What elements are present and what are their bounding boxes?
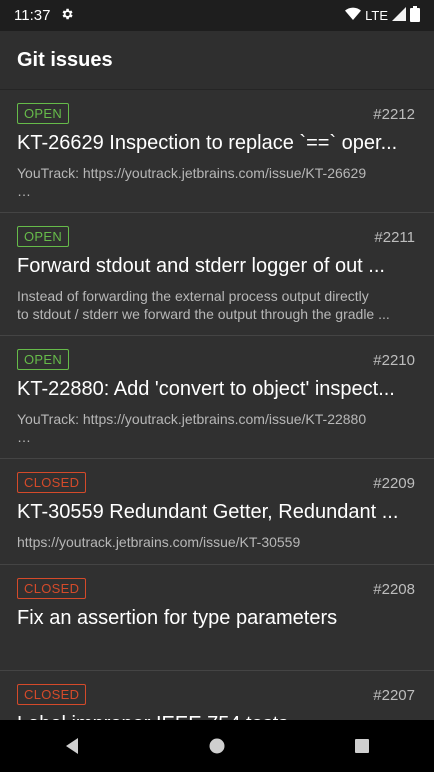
issue-title: Fix an assertion for type parameters [17,607,338,629]
issue-status-badge: OPEN [17,103,70,124]
issue-row[interactable]: CLOSED #2208 Fix an assertion for type par… [0,565,434,671]
battery-icon [410,5,420,26]
issue-title: KT-30559 Redundant Getter, Redundant ... [17,501,399,523]
back-icon [66,738,79,754]
issue-row[interactable]: OPEN #2212 KT-26629 Inspection to replace … [0,90,434,213]
issue-title: KT-26629 Inspection to replace `==` oper… [17,132,398,154]
issue-description: YouTrack: https://youtrack.jetbrains.com… [17,410,414,446]
issue-title: Label improper IEEE 754 tests [17,713,414,720]
issue-description-line: https://youtrack.jetbrains.com/issue/KT-… [17,534,301,550]
issue-row[interactable]: OPEN #2211 Forward stdout and stderr logge… [0,213,434,336]
issue-description-line: … [17,183,31,199]
home-icon [209,738,225,754]
back-button[interactable] [42,726,102,766]
issue-description-line: Instead of forwarding the external proce… [17,288,369,304]
issue-description-line: … [17,429,31,445]
recents-button[interactable] [332,726,392,766]
issue-row[interactable]: CLOSED #2207 Label improper IEEE 754 tests [0,671,434,720]
app-bar: Git issues [0,31,434,89]
recents-icon [354,739,369,753]
settings-icon [60,7,74,25]
issue-status-badge: OPEN [17,349,70,370]
issue-description-line: YouTrack: https://youtrack.jetbrains.com… [17,165,367,181]
issue-row[interactable]: CLOSED #2209 KT-30559 Redundant Getter, Re… [0,459,434,565]
status-time: 11:37 [14,7,51,24]
issue-number: #2210 [373,352,415,369]
issues-list[interactable]: OPEN #2212 KT-26629 Inspection to replace … [0,90,434,720]
wifi-icon [345,7,362,25]
issue-number: #2209 [373,475,415,492]
issue-status-badge: CLOSED [17,472,87,493]
issue-description-line: YouTrack: https://youtrack.jetbrains.com… [17,411,367,427]
issue-status-badge: OPEN [17,226,70,247]
issue-status-badge: CLOSED [17,578,87,599]
issue-status-badge: CLOSED [17,684,87,705]
issue-number: #2211 [374,229,415,246]
signal-icon [392,6,406,25]
issue-number: #2207 [373,687,415,704]
page-title: Git issues [17,48,113,71]
issue-description-line: to stdout / stderr we forward the output… [17,306,390,322]
issue-title: KT-22880: Add 'convert to object' inspec… [17,378,395,400]
status-bar: 11:37 LTE [0,0,434,31]
issue-description: YouTrack: https://youtrack.jetbrains.com… [17,164,414,200]
navigation-bar [0,720,434,772]
issue-description: https://youtrack.jetbrains.com/issue/KT-… [17,533,414,551]
home-button[interactable] [187,726,247,766]
issue-number: #2212 [373,106,415,123]
issue-title: Forward stdout and stderr logger of out … [17,255,385,277]
issue-number: #2208 [373,581,415,598]
issue-row[interactable]: OPEN #2210 KT-22880: Add 'convert to objec… [0,336,434,459]
network-type-label: LTE [365,8,388,23]
issue-description: Instead of forwarding the external proce… [17,287,414,323]
